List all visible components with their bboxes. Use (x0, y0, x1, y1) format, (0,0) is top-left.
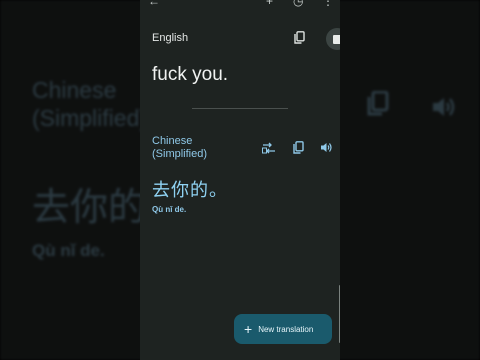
stop-button[interactable] (326, 28, 340, 50)
copy-translation-icon[interactable] (293, 141, 304, 154)
bg-lang-line1: Chinese (32, 77, 117, 103)
target-lang-line2: (Simplified) (152, 148, 208, 160)
plus-icon[interactable]: + (266, 0, 273, 8)
source-language-row: English (152, 28, 340, 50)
speaker-icon[interactable] (320, 141, 332, 154)
target-lang-line1: Chinese (152, 135, 193, 147)
more-vert-icon[interactable]: ⋮ (322, 0, 334, 8)
bg-target-language: Chinese (Simplified) (32, 76, 147, 132)
divider (192, 108, 288, 109)
target-language-label[interactable]: Chinese (Simplified) (152, 135, 207, 161)
bg-lang-line2: (Simplified) (32, 105, 148, 131)
source-text[interactable]: fuck you. (152, 64, 228, 86)
plus-icon: + (244, 321, 253, 337)
stop-icon (332, 34, 340, 44)
copy-icon[interactable] (294, 31, 305, 44)
translated-text[interactable]: 去你的。 (152, 176, 228, 202)
bg-translated-text: 去你的 (32, 187, 147, 229)
back-arrow-icon[interactable]: ← (148, 0, 160, 8)
bg-speaker-icon (431, 93, 457, 125)
history-icon[interactable]: ◷ (293, 0, 303, 8)
romanization-text: Qù nǐ de. (152, 205, 187, 214)
new-translation-label: New translation (258, 324, 314, 334)
bg-romanization: Qù nǐ de. (32, 241, 105, 260)
source-language-label[interactable]: English (152, 32, 188, 44)
new-translation-button[interactable]: + New translation (234, 314, 332, 344)
scrollbar[interactable] (339, 285, 340, 343)
swap-icon[interactable] (262, 142, 276, 154)
app-screen: ← + ◷ ⋮ English fuck you. Chinese (Simpl… (140, 0, 340, 360)
bg-copy-icon (367, 90, 389, 124)
top-app-bar: ← + ◷ ⋮ (140, 0, 340, 8)
